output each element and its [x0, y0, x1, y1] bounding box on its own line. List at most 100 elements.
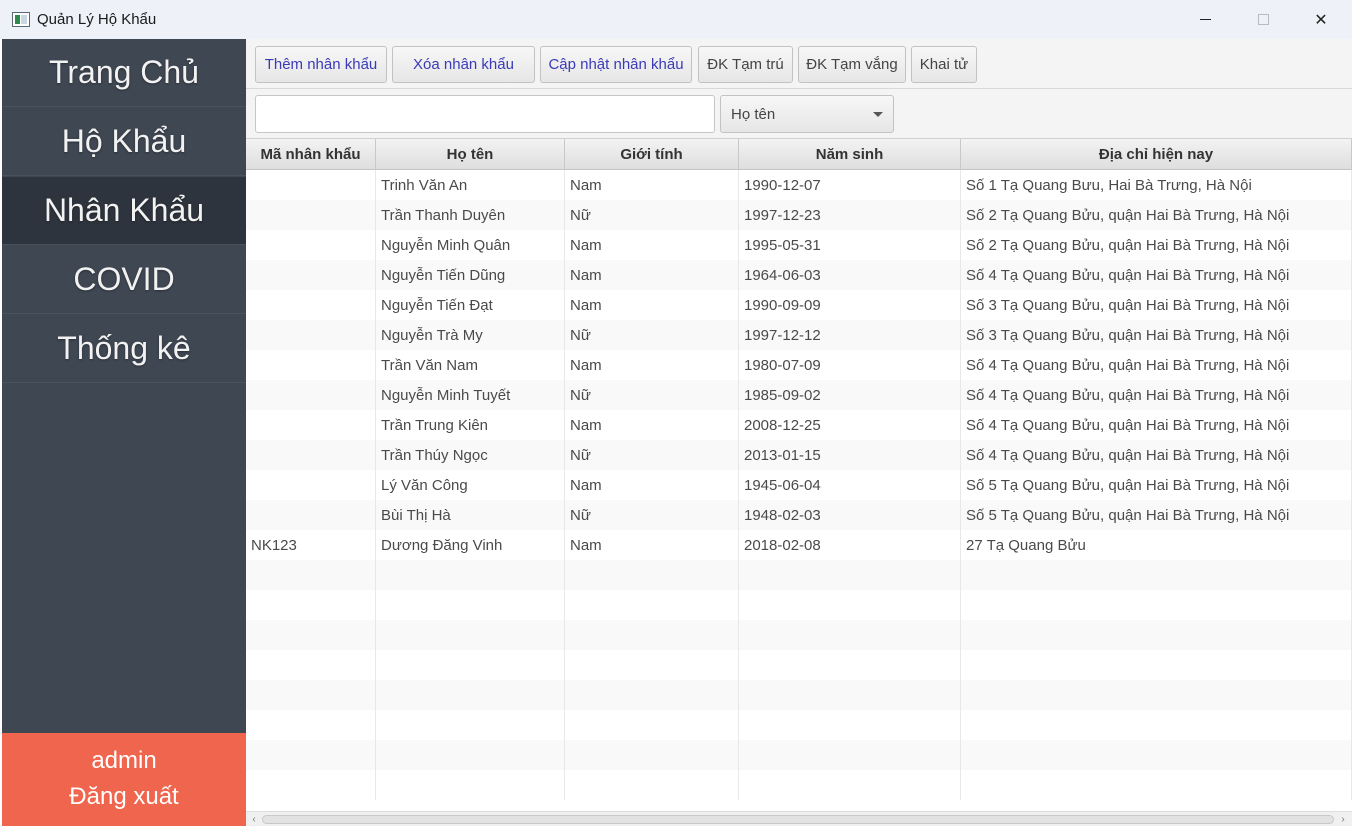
window-title: Quản Lý Hộ Khẩu [37, 11, 157, 28]
cell-name: Nguyễn Minh Tuyết [376, 380, 565, 410]
user-panel: admin Đăng xuất [2, 733, 246, 826]
cell-id [246, 290, 376, 320]
temp-residence-button[interactable]: ĐK Tạm trú [698, 46, 793, 83]
cell-id [246, 320, 376, 350]
empty-table-row[interactable] [246, 740, 1352, 770]
table-row[interactable]: NK123 Dương Đăng Vinh Nam 2018-02-08 27 Tạ Q… [246, 530, 1352, 560]
table-row[interactable]: Nguyễn Tiến Dũng Nam 1964-06-03 Số 4 Tạ Qua… [246, 260, 1352, 290]
cell-name [376, 650, 565, 680]
cell-birth-year: 1948-02-03 [739, 500, 961, 530]
cell-birth-year [739, 680, 961, 710]
app-icon [12, 12, 30, 27]
table-row[interactable]: Trinh Văn An Nam 1990-12-07 Số 1 Tạ Quang B… [246, 170, 1352, 200]
cell-id [246, 470, 376, 500]
sidebar-item-thong-ke[interactable]: Thống kê [2, 315, 246, 383]
minimize-button[interactable] [1176, 0, 1234, 39]
cell-id [246, 410, 376, 440]
cell-id [246, 230, 376, 260]
horizontal-scrollbar[interactable]: ‹ › [246, 811, 1352, 826]
empty-table-row[interactable] [246, 560, 1352, 590]
add-resident-button[interactable]: Thêm nhân khẩu [255, 46, 387, 83]
cell-name: Nguyễn Tiến Dũng [376, 260, 565, 290]
cell-name: Nguyễn Minh Quân [376, 230, 565, 260]
cell-address: Số 4 Tạ Quang Bửu, quận Hai Bà Trưng, Hà… [961, 440, 1352, 470]
cell-id [246, 260, 376, 290]
cell-name: Bùi Thị Hà [376, 500, 565, 530]
cell-birth-year: 1985-09-02 [739, 380, 961, 410]
cell-address: Số 4 Tạ Quang Bửu, quận Hai Bà Trưng, Hà… [961, 350, 1352, 380]
cell-birth-year: 1997-12-12 [739, 320, 961, 350]
cell-gender: Nữ [565, 500, 739, 530]
sidebar-item-ho-khau[interactable]: Hộ Khẩu [2, 108, 246, 176]
cell-gender: Nam [565, 290, 739, 320]
table-row[interactable]: Nguyễn Trà My Nữ 1997-12-12 Số 3 Tạ Quang B… [246, 320, 1352, 350]
empty-table-row[interactable] [246, 620, 1352, 650]
scroll-right-icon[interactable]: › [1337, 814, 1349, 825]
table-row[interactable]: Nguyễn Minh Quân Nam 1995-05-31 Số 2 Tạ Qua… [246, 230, 1352, 260]
cell-birth-year [739, 710, 961, 740]
close-button[interactable]: ✕ [1292, 0, 1350, 39]
cell-address [961, 560, 1352, 590]
cell-address: 27 Tạ Quang Bửu [961, 530, 1352, 560]
search-input[interactable] [255, 95, 715, 133]
cell-address: Số 4 Tạ Quang Bửu, quận Hai Bà Trưng, Hà… [961, 410, 1352, 440]
cell-name [376, 680, 565, 710]
empty-table-row[interactable] [246, 590, 1352, 620]
table-row[interactable]: Bùi Thị Hà Nữ 1948-02-03 Số 5 Tạ Quang Bửu,… [246, 500, 1352, 530]
cell-birth-year: 1997-12-23 [739, 200, 961, 230]
table-row[interactable]: Trần Thúy Ngọc Nữ 2013-01-15 Số 4 Tạ Quang … [246, 440, 1352, 470]
table-row[interactable]: Trần Văn Nam Nam 1980-07-09 Số 4 Tạ Quang B… [246, 350, 1352, 380]
cell-name: Trần Thanh Duyên [376, 200, 565, 230]
cell-name: Lý Văn Công [376, 470, 565, 500]
table-row[interactable]: Trần Thanh Duyên Nữ 1997-12-23 Số 2 Tạ Quan… [246, 200, 1352, 230]
delete-resident-button[interactable]: Xóa nhân khẩu [392, 46, 535, 83]
scroll-left-icon[interactable]: ‹ [248, 814, 260, 825]
empty-table-row[interactable] [246, 770, 1352, 800]
cell-gender: Nam [565, 470, 739, 500]
cell-address [961, 650, 1352, 680]
cell-name: Nguyễn Tiến Đạt [376, 290, 565, 320]
cell-address: Số 2 Tạ Quang Bửu, quận Hai Bà Trưng, Hà… [961, 200, 1352, 230]
sidebar-item-covid[interactable]: COVID [2, 246, 246, 314]
empty-table-row[interactable] [246, 680, 1352, 710]
cell-name [376, 620, 565, 650]
table-row[interactable]: Trần Trung Kiên Nam 2008-12-25 Số 4 Tạ Quan… [246, 410, 1352, 440]
cell-id [246, 440, 376, 470]
column-header-birth-year[interactable]: Năm sinh [739, 139, 961, 170]
empty-table-row[interactable] [246, 650, 1352, 680]
update-resident-button[interactable]: Cập nhật nhân khẩu [540, 46, 692, 83]
sidebar-item-trang-chu[interactable]: Trang Chủ [2, 39, 246, 107]
maximize-button[interactable] [1234, 0, 1292, 39]
logout-button[interactable]: Đăng xuất [2, 783, 246, 811]
chevron-down-icon [873, 112, 883, 117]
cell-birth-year [739, 560, 961, 590]
column-header-name[interactable]: Họ tên [376, 139, 565, 170]
table-row[interactable]: Nguyễn Tiến Đạt Nam 1990-09-09 Số 3 Tạ Quan… [246, 290, 1352, 320]
resident-table[interactable]: Mã nhân khẩu Họ tên Giới tính Năm sinh Đ… [246, 139, 1352, 811]
cell-name: Trần Thúy Ngọc [376, 440, 565, 470]
scrollbar-thumb[interactable] [262, 815, 1334, 824]
cell-birth-year: 2018-02-08 [739, 530, 961, 560]
cell-birth-year: 1945-06-04 [739, 470, 961, 500]
column-header-address[interactable]: Địa chỉ hiện nay [961, 139, 1352, 170]
cell-name: Trần Văn Nam [376, 350, 565, 380]
cell-gender [565, 560, 739, 590]
table-row[interactable]: Lý Văn Công Nam 1945-06-04 Số 5 Tạ Quang Bử… [246, 470, 1352, 500]
cell-id [246, 200, 376, 230]
table-row[interactable]: Nguyễn Minh Tuyết Nữ 1985-09-02 Số 4 Tạ Qua… [246, 380, 1352, 410]
cell-id [246, 500, 376, 530]
cell-name: Trinh Văn An [376, 170, 565, 200]
cell-address [961, 770, 1352, 800]
sidebar-item-nhan-khau[interactable]: Nhân Khẩu [2, 177, 246, 245]
cell-gender: Nam [565, 170, 739, 200]
empty-table-row[interactable] [246, 710, 1352, 740]
column-header-id[interactable]: Mã nhân khẩu [246, 139, 376, 170]
cell-address: Số 1 Tạ Quang Bưu, Hai Bà Trưng, Hà Nội [961, 170, 1352, 200]
minimize-icon [1199, 19, 1211, 20]
search-filter-select[interactable]: Họ tên [720, 95, 894, 133]
column-header-gender[interactable]: Giới tính [565, 139, 739, 170]
cell-birth-year [739, 740, 961, 770]
death-declaration-button[interactable]: Khai tử [911, 46, 977, 83]
cell-gender [565, 620, 739, 650]
temp-absence-button[interactable]: ĐK Tạm vắng [798, 46, 906, 83]
